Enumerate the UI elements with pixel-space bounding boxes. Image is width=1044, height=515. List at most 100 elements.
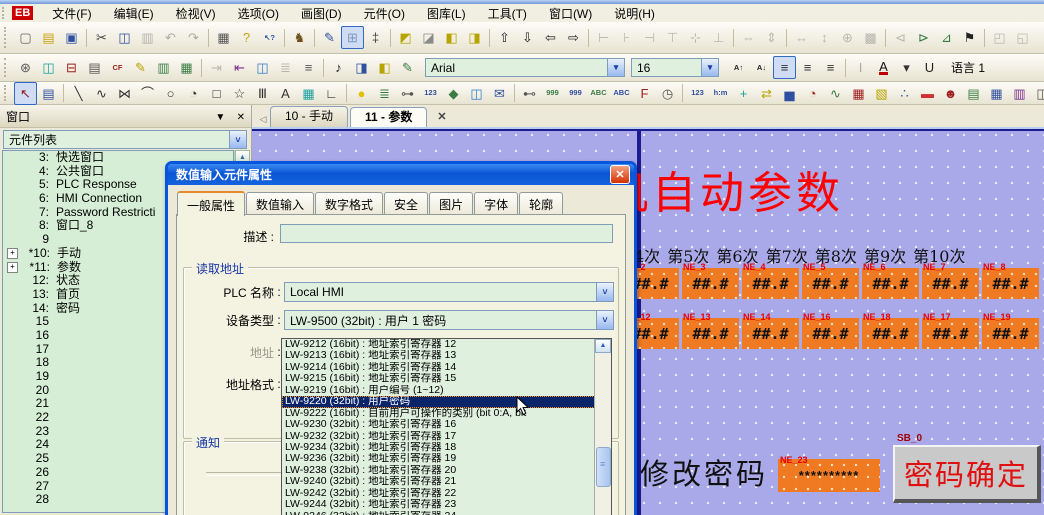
device-type-option[interactable]: LW-9219 (16bit) : 用户编号 (1~12) xyxy=(282,385,595,396)
numeric-display-element[interactable]: NE_7##.# xyxy=(922,268,979,299)
bezier-tool-icon[interactable]: ∿ xyxy=(90,82,113,105)
system-settings-icon[interactable]: ⊛ xyxy=(14,56,37,79)
toolbar-drag-handle[interactable] xyxy=(4,27,10,49)
toggle-switch-icon[interactable]: ⊷ xyxy=(518,82,541,105)
dialog-tab[interactable]: 字体 xyxy=(474,192,518,215)
compile-icon[interactable]: ◫ xyxy=(37,56,60,79)
text-align-right-icon[interactable]: ≡ xyxy=(819,56,842,79)
dialog-title-bar[interactable]: 数值输入元件属性 ✕ xyxy=(168,164,634,185)
workspace-icon[interactable]: ♞ xyxy=(288,26,311,49)
send-to-back-icon[interactable]: ◪ xyxy=(417,26,440,49)
circle-tool-icon[interactable]: ○ xyxy=(159,82,182,105)
underline-icon[interactable]: U xyxy=(918,56,941,79)
grid-toggle-icon[interactable]: ⊞ xyxy=(341,26,364,49)
dialog-tab[interactable]: 图片 xyxy=(429,192,473,215)
print-icon[interactable]: ▦ xyxy=(212,26,235,49)
device-type-option[interactable]: LW-9234 (32bit) : 地址索引寄存器 18 xyxy=(282,442,595,453)
address-tag-icon[interactable]: ◧ xyxy=(373,56,396,79)
bar-graph-icon[interactable]: ▅ xyxy=(778,82,801,105)
select-tool-icon[interactable]: ↖ xyxy=(14,82,37,105)
font-family-select[interactable]: Arial ▾ xyxy=(425,58,625,77)
device-type-option[interactable]: LW-9244 (32bit) : 地址索引寄存器 23 xyxy=(282,499,595,510)
copy-icon[interactable]: ◫ xyxy=(113,26,136,49)
pen-style-icon[interactable]: ✎ xyxy=(318,26,341,49)
device-type-option-selected[interactable]: LW-9220 (32bit) : 用户密码 xyxy=(282,396,595,407)
chevron-down-icon[interactable]: ˅ xyxy=(229,131,246,148)
plc-name-select[interactable]: Local HMI ˅ xyxy=(284,282,614,302)
toolbar-drag-handle[interactable] xyxy=(4,58,10,77)
data-transfer-icon[interactable]: ▥ xyxy=(1008,82,1031,105)
pane-close-icon[interactable]: ✕ xyxy=(237,112,245,123)
menu-options[interactable]: 选项(O) xyxy=(227,4,290,23)
font-size-select[interactable]: 16 ▾ xyxy=(631,58,719,77)
cut-icon[interactable]: ✂ xyxy=(90,26,113,49)
numeric-display-element[interactable]: NE_13##.# xyxy=(682,318,739,349)
device-type-option[interactable]: LW-9236 (32bit) : 地址索引寄存器 19 xyxy=(282,453,595,464)
pie-tool-icon[interactable]: ◔ xyxy=(182,82,205,105)
backup-icon[interactable]: ◫ xyxy=(1031,82,1044,105)
polygon-tool-icon[interactable]: ☆ xyxy=(228,82,251,105)
menu-edit[interactable]: 编辑(E) xyxy=(103,4,165,23)
save-icon[interactable]: ▣ xyxy=(60,26,83,49)
numeric-display-element[interactable]: NE_5##.# xyxy=(802,268,859,299)
bring-forward-icon[interactable]: ◧ xyxy=(440,26,463,49)
window-copy-icon[interactable]: ◫ xyxy=(251,56,274,79)
sound-library-icon[interactable]: ♪ xyxy=(327,56,350,79)
tab-close-icon[interactable]: ✕ xyxy=(437,110,446,123)
menu-library[interactable]: 图库(L) xyxy=(416,4,477,23)
text-tool-icon[interactable]: A xyxy=(274,82,297,105)
font-color-icon[interactable]: A xyxy=(872,56,895,79)
chevron-down-icon[interactable]: ▾ xyxy=(607,59,624,76)
bit-lamp-icon[interactable]: ● xyxy=(350,82,373,105)
font-enlarge-icon[interactable]: A↑ xyxy=(727,56,750,79)
pin-bottom-icon[interactable]: ⇩ xyxy=(516,26,539,49)
corner-tool-icon[interactable]: ∟ xyxy=(320,82,343,105)
arc-tool-icon[interactable]: ⌒ xyxy=(136,82,159,105)
flip-vertical-icon[interactable]: ⊿ xyxy=(935,26,958,49)
pin-top-icon[interactable]: ⇧ xyxy=(493,26,516,49)
ascii-display-icon[interactable]: ABC xyxy=(587,82,610,105)
numeric-display-icon[interactable]: 999 xyxy=(541,82,564,105)
recipe-table-icon[interactable]: ▦ xyxy=(175,56,198,79)
simulate-icon[interactable]: ▤ xyxy=(83,56,106,79)
numeric-display-element[interactable]: NE_19##.# xyxy=(982,318,1039,349)
menu-file[interactable]: 文件(F) xyxy=(41,4,102,23)
scale-tool-icon[interactable]: Ⅲ xyxy=(251,82,274,105)
macro-manager-icon[interactable]: ◨ xyxy=(350,56,373,79)
mail-element-icon[interactable]: ✉ xyxy=(488,82,511,105)
device-type-option[interactable]: LW-9212 (16bit) : 地址索引寄存器 12 xyxy=(282,339,595,350)
alarm-bar-icon[interactable]: ▬ xyxy=(916,82,939,105)
polyline-tool-icon[interactable]: ⋈ xyxy=(113,82,136,105)
text-align-center-icon[interactable]: ≡ xyxy=(796,56,819,79)
window-tab[interactable]: 10 - 手动 xyxy=(270,106,348,127)
device-type-option[interactable]: LW-9238 (32bit) : 地址索引寄存器 20 xyxy=(282,465,595,476)
device-type-option[interactable]: LW-9213 (16bit) : 地址索引寄存器 13 xyxy=(282,350,595,361)
scroll-up-icon[interactable]: ▲ xyxy=(595,339,611,353)
menu-tools[interactable]: 工具(T) xyxy=(477,4,538,23)
scrollbar-thumb[interactable] xyxy=(596,447,611,487)
picture-tool-icon[interactable]: ▦ xyxy=(297,82,320,105)
dialog-tab[interactable]: 数字格式 xyxy=(315,192,383,215)
flip-horizontal-icon[interactable]: ⊳ xyxy=(912,26,935,49)
chevron-down-icon[interactable]: ˅ xyxy=(596,311,613,329)
context-help-icon[interactable]: ↖? xyxy=(258,26,281,49)
menu-window[interactable]: 窗口(W) xyxy=(538,4,603,23)
device-type-select[interactable]: LW-9500 (32bit) : 用户 1 密码 ˅ xyxy=(284,310,614,330)
device-type-option[interactable]: LW-9232 (32bit) : 地址索引寄存器 17 xyxy=(282,431,595,442)
set-bit-icon[interactable]: ⊶ xyxy=(396,82,419,105)
cf-card-icon[interactable]: CF xyxy=(106,56,129,79)
element-properties-icon[interactable]: ▤ xyxy=(37,82,60,105)
import-library-icon[interactable]: ⇤ xyxy=(228,56,251,79)
device-type-option[interactable]: LW-9214 (16bit) : 地址索引寄存器 14 xyxy=(282,362,595,373)
menu-element[interactable]: 元件(O) xyxy=(353,4,416,23)
list-scrollbar[interactable]: ▲ xyxy=(594,339,611,515)
pin-right-icon[interactable]: ⇨ xyxy=(562,26,585,49)
rect-tool-icon[interactable]: □ xyxy=(205,82,228,105)
meter-display-icon[interactable]: ◔ xyxy=(801,82,824,105)
window-tree-icon[interactable]: ≡ xyxy=(297,56,320,79)
numeric-display-element[interactable]: NE_3##.# xyxy=(682,268,739,299)
numeric-tag-icon[interactable]: 123 xyxy=(686,82,709,105)
csv-export-icon[interactable]: ▥ xyxy=(152,56,175,79)
device-type-option[interactable]: LW-9215 (16bit) : 地址索引寄存器 15 xyxy=(282,373,595,384)
pane-view-select[interactable]: 元件列表 ˅ xyxy=(3,130,247,149)
